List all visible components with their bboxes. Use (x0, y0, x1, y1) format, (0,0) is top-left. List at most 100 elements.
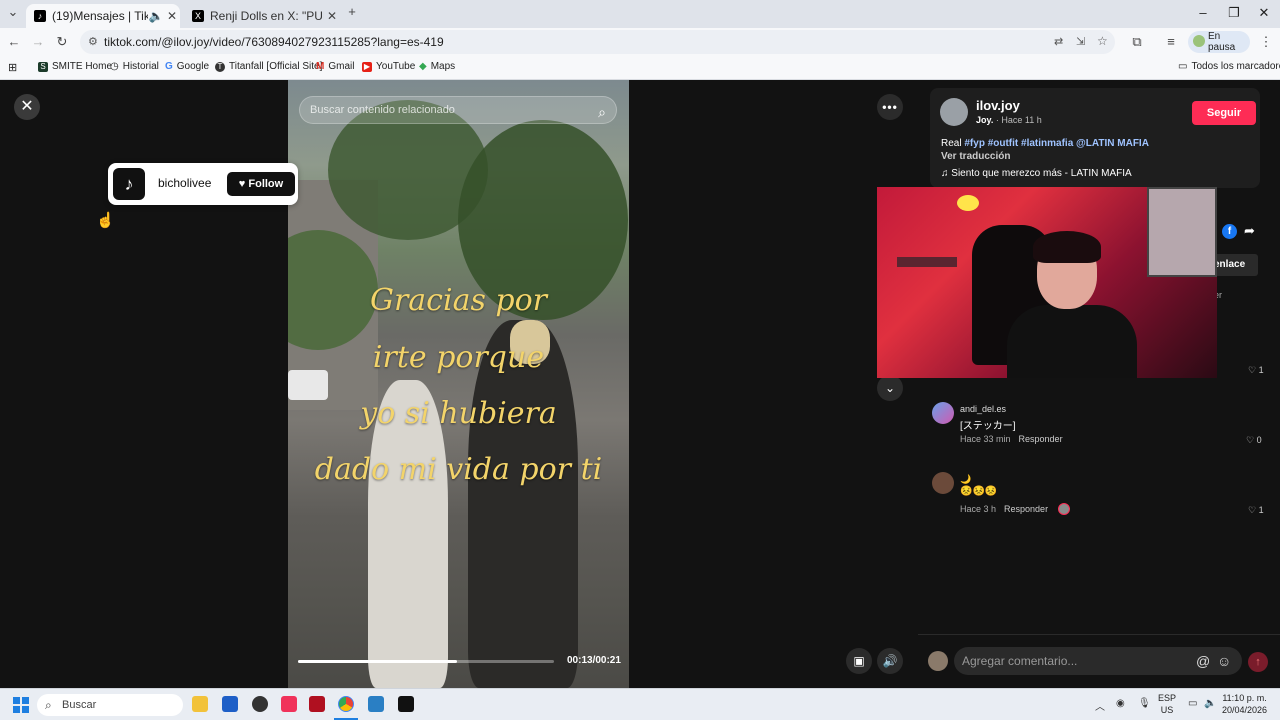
comment-avatar[interactable] (932, 402, 954, 424)
lyric-line: irte porque (372, 340, 545, 375)
copy-link-button[interactable]: enlace (1210, 254, 1258, 276)
all-bookmarks[interactable]: ▭ Todos los marcadores (1178, 61, 1280, 72)
forward-icon[interactable]: → (29, 34, 47, 49)
video-info-panel: ilov.joy Joy. · Hace 11 h Seguir Real #f… (918, 80, 1280, 688)
file-explorer-icon[interactable] (192, 696, 208, 712)
translate-link[interactable]: Ver traducción (941, 151, 1010, 162)
media-controls-icon[interactable]: ≡ (1162, 34, 1180, 49)
address-bar[interactable]: ⚙ tiktok.com/@ilov.joy/video/76308940279… (80, 30, 1115, 54)
bookmark-smite[interactable]: S SMITE Home (38, 61, 112, 72)
speaker-icon[interactable]: 🔈 (148, 9, 164, 23)
music-app-icon[interactable] (281, 696, 297, 712)
comment-like[interactable]: ♡ 1 (1248, 365, 1264, 376)
bookmark-google[interactable]: G Google (165, 61, 209, 72)
tab-x[interactable]: X Renji Dolls en X: "PUROS 10, CO ✕ (184, 4, 340, 28)
reply-button[interactable]: Responder (1004, 504, 1048, 514)
window-close-icon[interactable]: ✕ (1254, 5, 1274, 21)
my-avatar (928, 651, 948, 671)
volume-icon[interactable]: 🔊 (877, 648, 903, 674)
new-tab-button[interactable]: + (343, 4, 361, 19)
bookmarks-bar: ⊞ S SMITE Home ◷ Historial G Google T Titanf… (0, 56, 1280, 80)
restore-icon[interactable]: ❐ (1224, 5, 1244, 21)
shelf-image (897, 257, 957, 267)
minimize-icon[interactable]: – (1193, 5, 1213, 20)
xbox-icon[interactable] (252, 696, 268, 712)
comment-username[interactable]: andi_del.es (960, 404, 1006, 414)
comment-like[interactable]: ♡ 0 (1246, 435, 1262, 446)
author-handle[interactable]: ilov.joy (976, 98, 1020, 113)
taskbar-clock[interactable]: 11:10 p. m. 20/04/2026 (1222, 692, 1267, 716)
network-icon[interactable]: ▭ (1188, 698, 1197, 709)
seguir-button[interactable]: Seguir (1192, 101, 1256, 125)
tab-close-icon[interactable]: ✕ (324, 9, 340, 23)
site-info-icon[interactable]: ⚙ (88, 35, 98, 48)
tray-app-icon[interactable]: ◉ (1116, 698, 1125, 709)
microphone-icon[interactable]: 🎙 (1138, 698, 1151, 709)
music-info[interactable]: ♫ Siento que merezco más - LATIN MAFIA (941, 168, 1132, 179)
input-language[interactable]: ESP US (1158, 692, 1176, 716)
photos-app-icon[interactable] (368, 696, 384, 712)
author-meta: Joy. · Hace 11 h (976, 115, 1042, 125)
profile-paused-chip[interactable]: En pausa (1188, 31, 1250, 53)
reload-icon[interactable]: ↻ (53, 34, 71, 50)
reply-button[interactable]: Responder (1019, 434, 1063, 444)
maps-icon: ◆ (419, 61, 427, 72)
google-icon: G (165, 61, 173, 72)
next-video-chevron-icon[interactable]: ⌄ (877, 375, 903, 401)
taskbar-search[interactable]: ⌕ Buscar (37, 694, 183, 716)
tab-tiktok[interactable]: ♪ (19)Mensajes | TikTok 🔈 ✕ (26, 4, 180, 28)
mention-icon[interactable]: @ (1196, 647, 1210, 675)
titanfall-icon: T (215, 61, 225, 72)
author-avatar[interactable] (940, 98, 968, 126)
comment-like[interactable]: ♡ 1 (1248, 505, 1264, 516)
send-comment-button[interactable]: ↑ (1248, 652, 1268, 672)
chrome-icon[interactable] (338, 696, 354, 712)
bookmark-titanfall[interactable]: T Titanfall [Official Site] (215, 61, 322, 72)
tiktok-logo-icon: ♪ (113, 168, 145, 200)
tab-title: (19)Mensajes | TikTok (52, 9, 148, 23)
store-icon[interactable] (222, 696, 238, 712)
bookmark-gmail[interactable]: M Gmail (316, 61, 354, 72)
translate-icon[interactable]: ⇄ (1054, 35, 1063, 48)
video-time: 00:13/00:21 (567, 655, 621, 666)
mini-player-icon[interactable]: ▣ (846, 648, 872, 674)
lamp-image (957, 195, 979, 211)
bookmark-history[interactable]: ◷ Historial (110, 61, 159, 72)
bookmark-star-icon[interactable]: ☆ (1097, 34, 1108, 48)
search-icon[interactable]: ⌕ (598, 99, 606, 125)
lyric-line: dado mi vida por ti (314, 452, 603, 487)
follow-button[interactable]: ♥ Follow (227, 172, 295, 196)
browser-tab-bar: ⌄ ♪ (19)Mensajes | TikTok 🔈 ✕ X Renji Do… (0, 0, 1280, 28)
menu-icon[interactable]: ⋮ (1257, 34, 1275, 50)
url-text: tiktok.com/@ilov.joy/video/7630894027923… (104, 35, 444, 49)
share-arrow-icon[interactable]: ➦ (1244, 223, 1255, 239)
tray-overflow-icon[interactable]: ︿ (1095, 698, 1105, 713)
comment-input[interactable]: Agregar comentario... @ ☺ (954, 647, 1242, 675)
video-player[interactable]: Buscar contenido relacionado ⌕ Gracias p… (288, 80, 629, 688)
apps-icon[interactable]: ⊞ (8, 61, 17, 74)
install-app-icon[interactable]: ⇲ (1076, 35, 1085, 48)
hashtags[interactable]: #fyp #outfit #latinmafia @LATIN MAFIA (964, 138, 1149, 149)
volume-tray-icon[interactable]: 🔈 (1204, 698, 1216, 709)
comment-bar: Agregar comentario... @ ☺ ↑ (918, 634, 1280, 688)
game-app-icon[interactable] (309, 696, 325, 712)
streamer-hair-image (1033, 231, 1101, 263)
related-search-input[interactable]: Buscar contenido relacionado ⌕ (299, 96, 617, 124)
back-icon[interactable]: ← (5, 34, 23, 49)
bookmark-youtube[interactable]: ▶ YouTube (362, 61, 415, 72)
window-image (1147, 187, 1217, 277)
comment-avatar[interactable] (932, 472, 954, 494)
facebook-share-icon[interactable]: f (1222, 224, 1237, 239)
bookmark-maps[interactable]: ◆ Maps (419, 61, 455, 72)
tab-close-icon[interactable]: ✕ (164, 9, 180, 23)
windows-start-icon[interactable] (13, 697, 29, 713)
more-options-button[interactable]: ••• (877, 94, 903, 120)
comment-username[interactable]: 🌙 (960, 474, 971, 485)
close-video-button[interactable]: ✕ (14, 94, 40, 120)
comment-meta: Hace 3 h Responder (960, 504, 1049, 514)
emoji-icon[interactable]: ☺ (1217, 647, 1231, 675)
video-progress-bar[interactable] (298, 660, 554, 663)
extensions-icon[interactable]: ⧉ (1128, 34, 1146, 50)
epic-games-icon[interactable] (398, 696, 414, 712)
tab-list-chevron-icon[interactable]: ⌄ (4, 4, 22, 20)
